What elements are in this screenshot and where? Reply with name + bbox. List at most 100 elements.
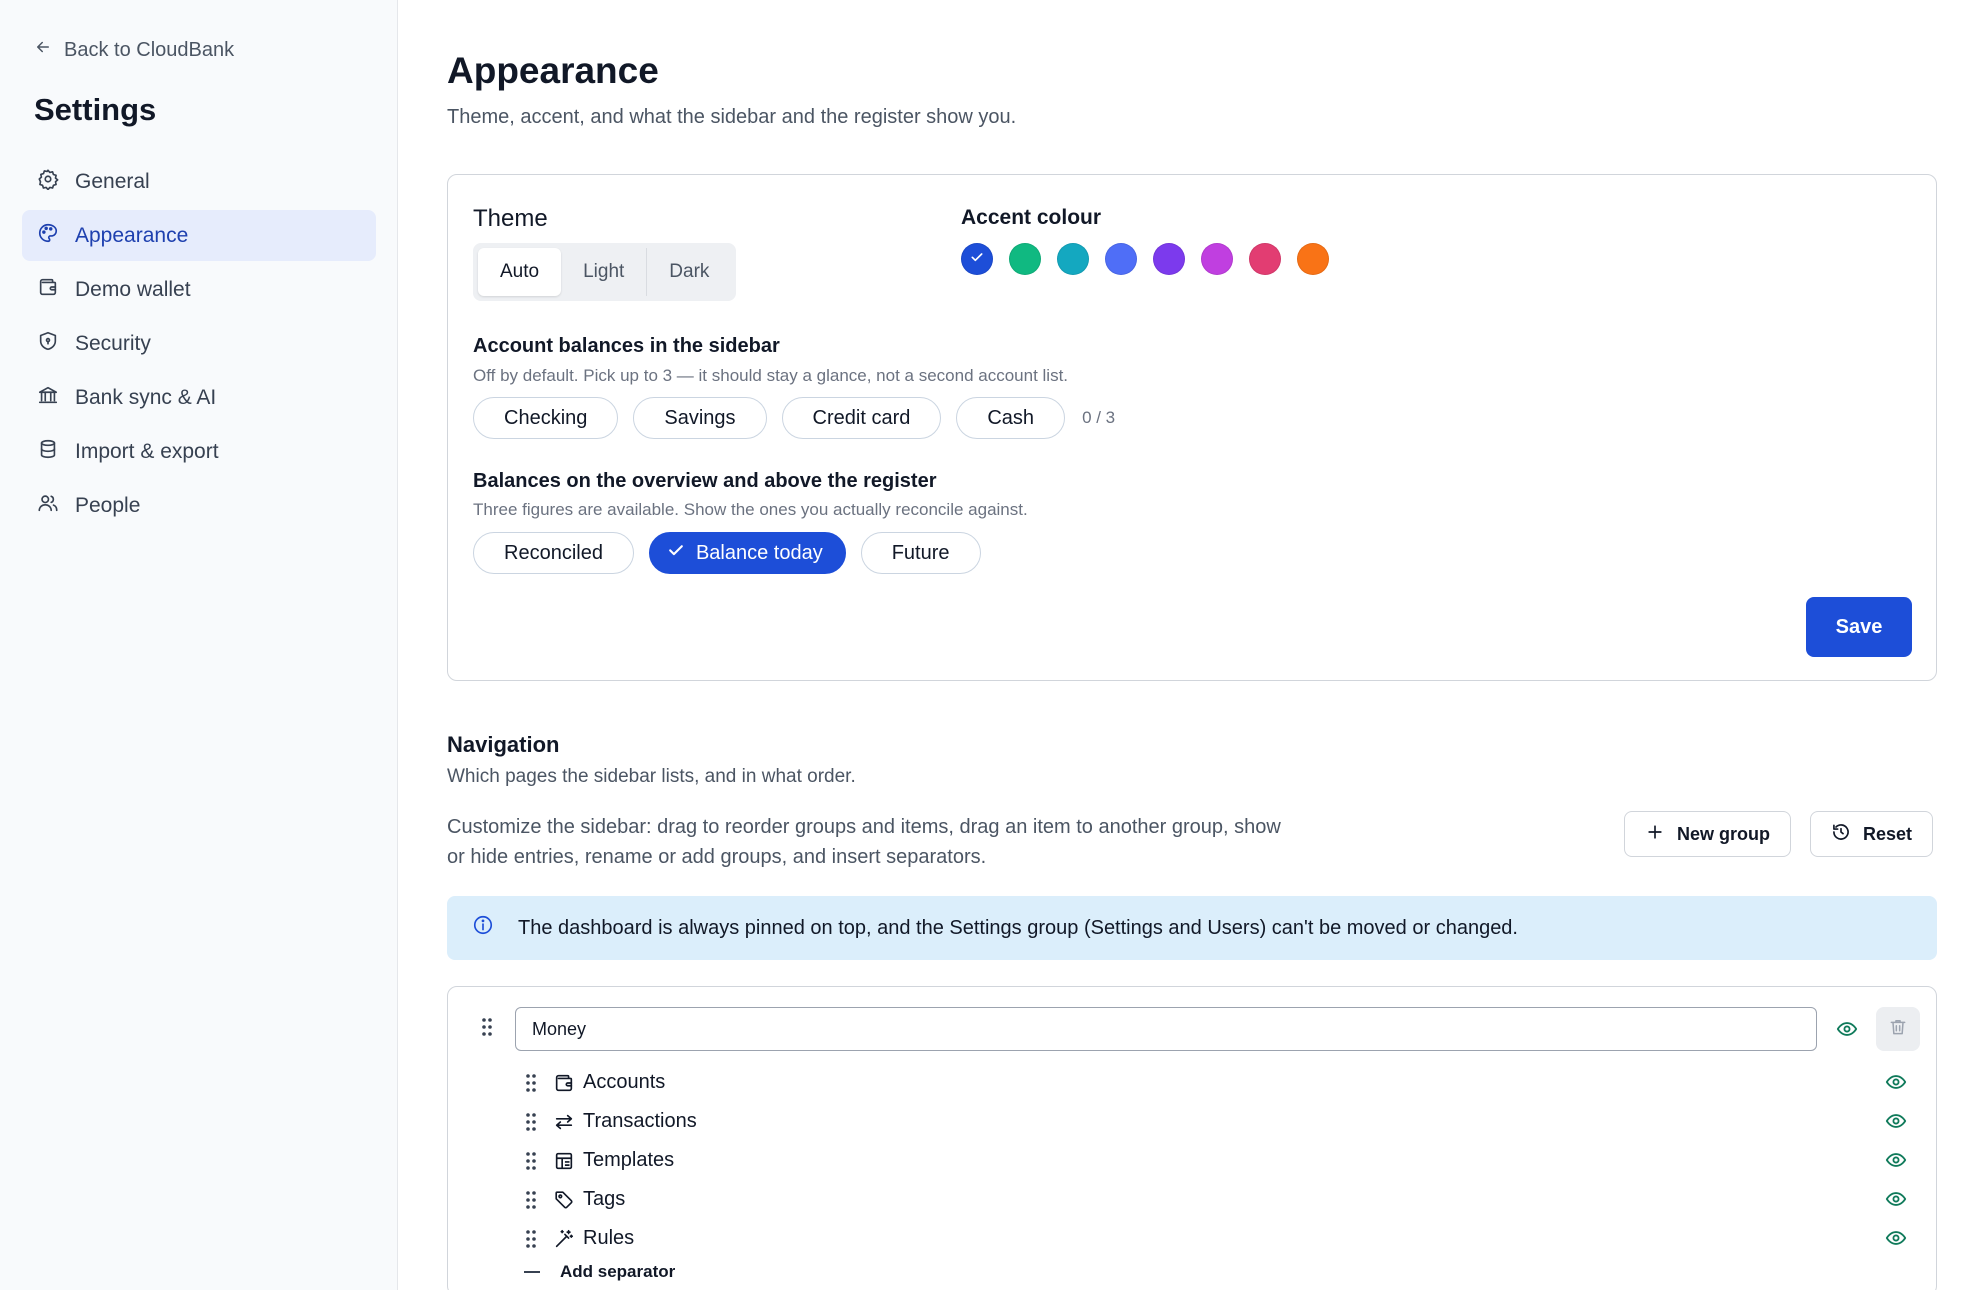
sidebar-item-bank-sync[interactable]: Bank sync & AI	[22, 372, 376, 423]
plus-icon	[1645, 822, 1665, 847]
sidebar-item-label: General	[75, 169, 150, 193]
reset-icon	[1831, 822, 1851, 847]
chip-reconciled[interactable]: Reconciled	[473, 532, 634, 574]
shield-icon	[37, 330, 59, 358]
navigation-heading: Navigation	[447, 732, 560, 757]
eye-icon[interactable]	[1885, 1071, 1907, 1098]
eye-icon[interactable]	[1836, 1018, 1858, 1045]
list-item: Tags	[524, 1180, 1924, 1219]
sidebar-item-security[interactable]: Security	[22, 318, 376, 369]
arrow-left-icon	[34, 38, 52, 62]
accent-swatch[interactable]	[1297, 243, 1329, 275]
accent-swatches	[961, 243, 1329, 275]
save-button[interactable]: Save	[1806, 597, 1912, 657]
navigation-description: Customize the sidebar: drag to reorder g…	[447, 816, 1281, 868]
reset-label: Reset	[1863, 823, 1913, 844]
sidebar-item-label: People	[75, 493, 141, 517]
chip-balance-today[interactable]: Balance today	[648, 532, 846, 574]
list-item: Rules	[524, 1219, 1924, 1258]
sidebar-item-label: Demo wallet	[75, 277, 191, 301]
sidebar-item-demo-wallet[interactable]: Demo wallet	[22, 264, 376, 315]
wand-icon	[553, 1228, 575, 1250]
drag-handle-icon[interactable]	[524, 1151, 538, 1171]
back-link-label: Back to CloudBank	[64, 38, 235, 61]
sidebar-item-label: Security	[75, 331, 151, 355]
check-icon	[666, 540, 686, 566]
palette-icon	[37, 222, 59, 250]
sidebar-title: Settings	[34, 92, 157, 127]
account-balances-heading: Account balances in the sidebar	[473, 335, 780, 357]
sidebar-item-label: Bank sync & AI	[75, 385, 217, 409]
chip-cash[interactable]: Cash	[956, 397, 1066, 439]
trash-icon	[1888, 1017, 1908, 1042]
accent-swatch[interactable]	[1201, 243, 1233, 275]
sidebar-item-import-export[interactable]: Import & export	[22, 426, 376, 477]
nav-group-card: Accounts Transactions Templates Tags	[447, 986, 1937, 1290]
check-icon	[969, 249, 985, 270]
database-icon	[37, 438, 59, 466]
accent-swatch[interactable]	[1249, 243, 1281, 275]
chip-label: Balance today	[695, 541, 823, 564]
accent-swatch[interactable]	[1153, 243, 1185, 275]
eye-icon[interactable]	[1885, 1149, 1907, 1176]
chip-credit-card[interactable]: Credit card	[781, 397, 942, 439]
appearance-card: Theme Auto Light Dark Accent colour Acco…	[447, 174, 1937, 681]
gear-icon	[37, 168, 59, 196]
nav-group-items: Accounts Transactions Templates Tags Rul…	[524, 1063, 1924, 1282]
settings-nav: General Appearance Demo wallet Security …	[22, 156, 376, 534]
delete-group-button[interactable]	[1876, 1007, 1920, 1051]
theme-segmented-control: Auto Light Dark	[473, 243, 737, 301]
item-label: Accounts	[583, 1071, 666, 1093]
sidebar-item-appearance[interactable]: Appearance	[22, 210, 376, 261]
eye-icon[interactable]	[1885, 1110, 1907, 1137]
drag-handle-icon[interactable]	[524, 1073, 538, 1093]
selection-counter: 0 / 3	[1082, 408, 1116, 427]
account-balances-hint: Off by default. Pick up to 3 — it should…	[473, 366, 1069, 385]
minus-icon	[524, 1271, 540, 1273]
drag-handle-icon[interactable]	[524, 1112, 538, 1132]
eye-icon[interactable]	[1885, 1188, 1907, 1215]
new-group-button[interactable]: New group	[1624, 811, 1791, 857]
theme-option-light[interactable]: Light	[561, 248, 648, 296]
sidebar-item-general[interactable]: General	[22, 156, 376, 207]
drag-handle-icon[interactable]	[480, 1017, 494, 1037]
bank-icon	[37, 384, 59, 412]
chip-checking[interactable]: Checking	[473, 397, 619, 439]
theme-option-dark[interactable]: Dark	[647, 248, 731, 296]
wallet-icon	[553, 1072, 575, 1094]
add-separator-button[interactable]: Add separator	[524, 1262, 1924, 1282]
users-icon	[37, 492, 59, 520]
drag-handle-icon[interactable]	[524, 1229, 538, 1249]
item-label: Tags	[583, 1188, 626, 1210]
sidebar-item-label: Import & export	[75, 439, 219, 463]
sidebar-item-people[interactable]: People	[22, 480, 376, 531]
accent-swatch[interactable]	[1057, 243, 1089, 275]
list-item: Accounts	[524, 1063, 1924, 1102]
accent-swatch[interactable]	[1105, 243, 1137, 275]
accent-swatch-selected[interactable]	[961, 243, 993, 275]
drag-handle-icon[interactable]	[524, 1190, 538, 1210]
info-banner: The dashboard is always pinned on top, a…	[447, 896, 1937, 960]
list-item: Transactions	[524, 1102, 1924, 1141]
sidebar-item-label: Appearance	[75, 223, 189, 247]
new-group-label: New group	[1677, 823, 1770, 844]
chip-future[interactable]: Future	[860, 532, 981, 574]
tag-icon	[553, 1189, 575, 1211]
item-label: Rules	[583, 1227, 635, 1249]
back-link[interactable]: Back to CloudBank	[34, 38, 234, 62]
chip-savings[interactable]: Savings	[633, 397, 767, 439]
reset-button[interactable]: Reset	[1810, 811, 1934, 857]
settings-sidebar: Back to CloudBank Settings General Appea…	[0, 0, 398, 1290]
overview-balances-chips: Reconciled Balance today Future	[473, 532, 981, 574]
theme-option-auto[interactable]: Auto	[478, 248, 562, 296]
accent-swatch[interactable]	[1009, 243, 1041, 275]
page-subtitle: Theme, accent, and what the sidebar and …	[447, 106, 1017, 128]
account-balances-chips: Checking Savings Credit card Cash 0 / 3	[473, 397, 1115, 439]
navigation-subtitle: Which pages the sidebar lists, and in wh…	[447, 766, 856, 787]
group-name-input[interactable]	[515, 1007, 1817, 1051]
eye-icon[interactable]	[1885, 1227, 1907, 1254]
info-text: The dashboard is always pinned on top, a…	[518, 916, 1518, 939]
wallet-icon	[37, 276, 59, 304]
accent-colour-label: Accent colour	[961, 206, 1102, 229]
list-item: Templates	[524, 1141, 1924, 1180]
